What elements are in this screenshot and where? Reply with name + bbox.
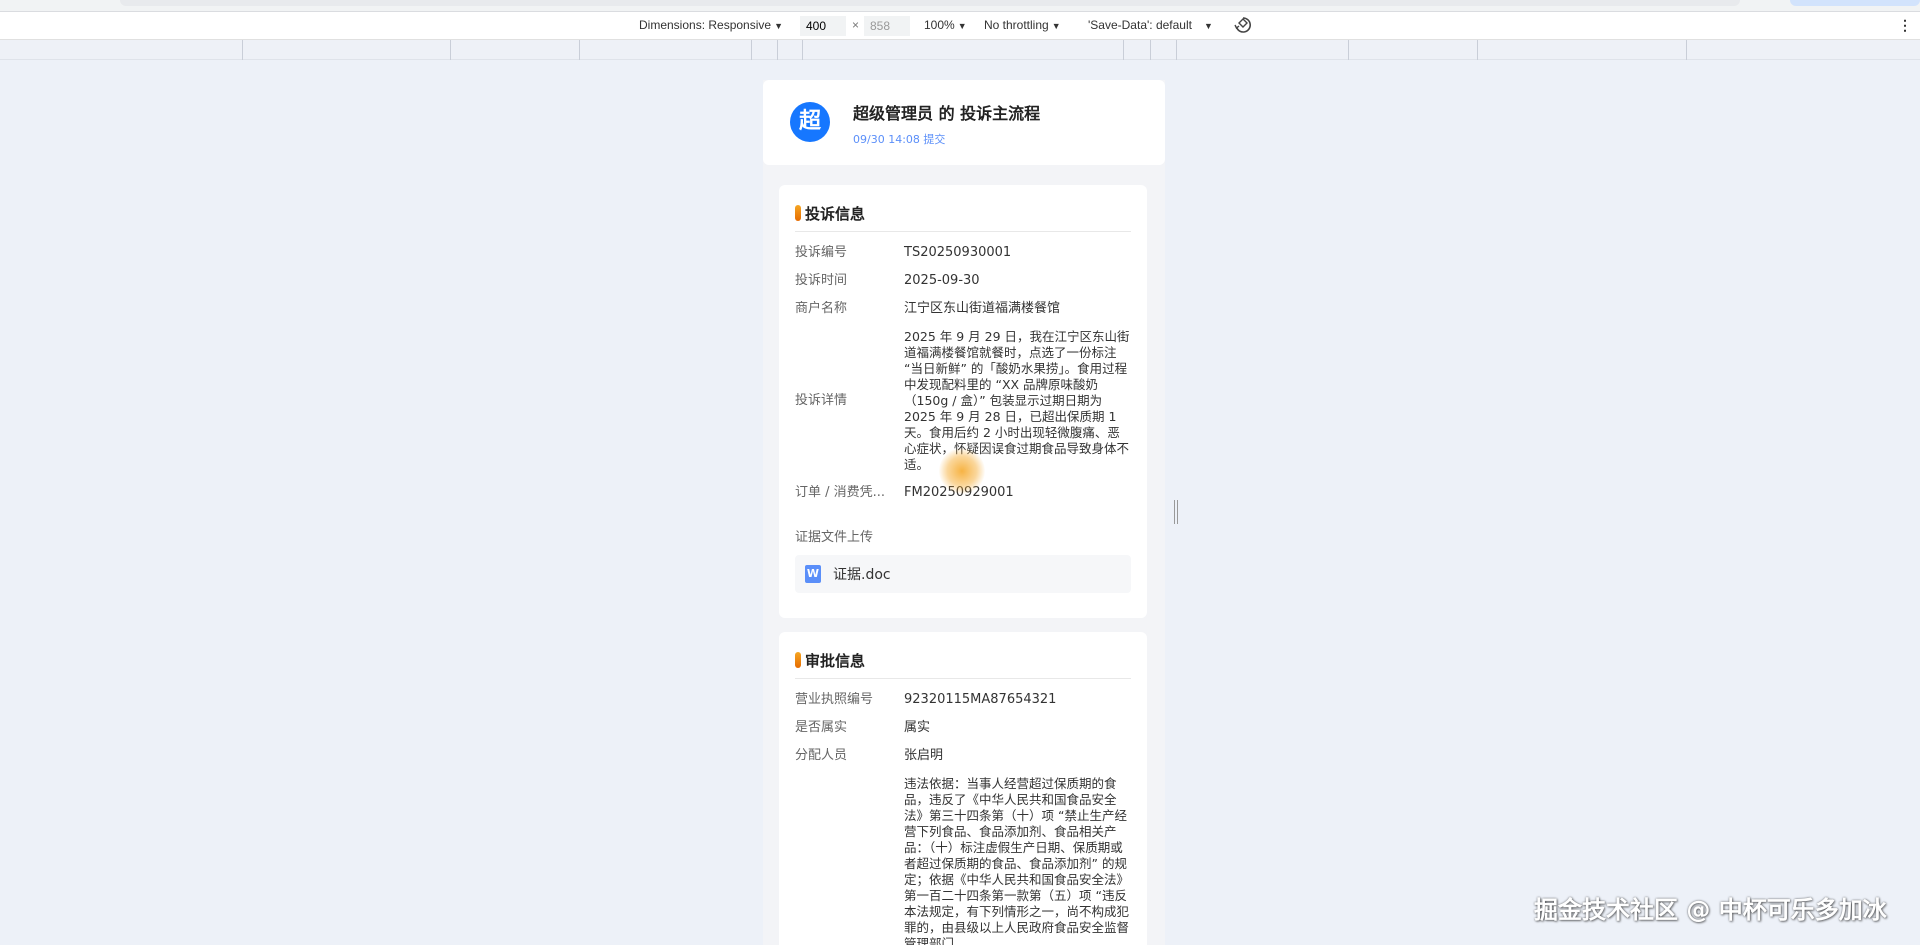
field-value: 2025-09-30 (904, 273, 980, 288)
throttling-label: No throttling (984, 18, 1049, 32)
width-input[interactable] (800, 16, 846, 36)
field-label: 订单 / 消费凭... (795, 485, 886, 500)
save-data-dropdown[interactable]: 'Save-Data': default ▼ (1088, 18, 1213, 32)
field-value: FM20250929001 (904, 485, 1131, 501)
mobile-page: 超 超级管理员 的 投诉主流程 09/30 14:08 提交 投诉信息 投诉编号… (763, 80, 1165, 945)
field-label: 投诉时间 (795, 273, 848, 288)
complaint-info-card: 投诉信息 投诉编号 TS20250930001 投诉时间 2025-09-30 … (779, 185, 1147, 618)
field-value: 属实 (904, 720, 931, 735)
watermark: 掘金技术社区 @ 中杯可乐多加冰 (1534, 896, 1887, 924)
zoom-label: 100% (924, 18, 955, 32)
section-bar-icon (795, 205, 801, 221)
caret-down-icon: ▼ (957, 21, 967, 31)
rotate-icon[interactable] (1234, 16, 1252, 37)
field-label: 营业执照编号 (795, 692, 874, 707)
section-title: 审批信息 (805, 651, 866, 670)
field-row: 投诉编号 TS20250930001 (795, 245, 1131, 261)
approval-info-card: 审批信息 营业执照编号 92320115MA87654321 是否属实 属实 分… (779, 632, 1147, 945)
resize-handle[interactable] (1174, 500, 1178, 524)
submitter-header: 超 超级管理员 的 投诉主流程 09/30 14:08 提交 (763, 80, 1165, 165)
device-toolbar: Dimensions: Responsive▼ × 100%▼ No throt… (0, 12, 1920, 40)
page-title: 超级管理员 的 投诉主流程 (853, 104, 1041, 123)
zoom-dropdown[interactable]: 100% ▼ (924, 18, 967, 32)
save-data-label: 'Save-Data': default (1088, 18, 1192, 32)
evidence-file[interactable]: W 证据.doc (795, 555, 1131, 593)
approval-section-header: 审批信息 (795, 632, 1131, 679)
caret-down-icon: ▼ (1051, 21, 1061, 31)
field-label: 商户名称 (795, 301, 848, 316)
field-label: 分配人员 (795, 748, 848, 763)
file-name: 证据.doc (833, 567, 891, 583)
field-row: 投诉时间 2025-09-30 (795, 273, 1131, 289)
more-options-icon[interactable]: ⋮ (1898, 17, 1912, 34)
field-row: 分配人员 张启明 (795, 748, 1131, 764)
complaint-section-header: 投诉信息 (795, 185, 1131, 232)
upload-label: 证据文件上传 (795, 530, 874, 545)
times-sign: × (852, 18, 860, 32)
field-row: 违法依据：当事人经营超过保质期的食品，违反了《中华人民共和国食品安全法》第三十四… (795, 776, 1131, 945)
field-label (795, 776, 904, 945)
field-row: 商户名称 江宁区东山街道福满楼餐馆 (795, 301, 1131, 317)
caret-down-icon: ▼ (774, 21, 783, 31)
field-value: 张启明 (904, 748, 944, 763)
height-input[interactable] (864, 16, 910, 36)
browser-top-strip (0, 0, 1920, 12)
field-value: 江宁区东山街道福满楼餐馆 (904, 301, 1061, 316)
field-label: 是否属实 (795, 720, 848, 735)
caret-down-icon: ▼ (1203, 21, 1213, 31)
field-label: 投诉详情 (795, 393, 848, 408)
field-value: 92320115MA87654321 (904, 692, 1057, 707)
violation-basis-text: 违法依据：当事人经营超过保质期的食品，违反了《中华人民共和国食品安全法》第三十四… (904, 776, 1130, 945)
field-value: TS20250930001 (904, 245, 1012, 260)
media-query-ruler (0, 40, 1920, 60)
dimensions-label: Dimensions: Responsive (639, 18, 772, 32)
word-doc-icon: W (805, 565, 821, 583)
field-label: 投诉编号 (795, 245, 848, 260)
section-bar-icon (795, 652, 801, 668)
submit-time: 09/30 14:08 提交 (853, 133, 946, 146)
device-viewport: 超 超级管理员 的 投诉主流程 09/30 14:08 提交 投诉信息 投诉编号… (0, 60, 1920, 945)
throttling-dropdown[interactable]: No throttling ▼ (984, 18, 1061, 32)
profile-pill[interactable] (1790, 0, 1920, 6)
address-bar[interactable] (120, 0, 1740, 6)
cursor-highlight (939, 448, 985, 494)
complaint-detail-text: 2025 年 9 月 29 日，我在江宁区东山街道福满楼餐馆就餐时，点选了一份标… (904, 329, 1130, 472)
dimensions-dropdown[interactable]: Dimensions: Responsive ▼ (639, 18, 783, 32)
field-row: 营业执照编号 92320115MA87654321 (795, 692, 1131, 708)
section-title: 投诉信息 (805, 204, 866, 223)
avatar: 超 (790, 102, 830, 142)
field-row: 是否属实 属实 (795, 720, 1131, 736)
